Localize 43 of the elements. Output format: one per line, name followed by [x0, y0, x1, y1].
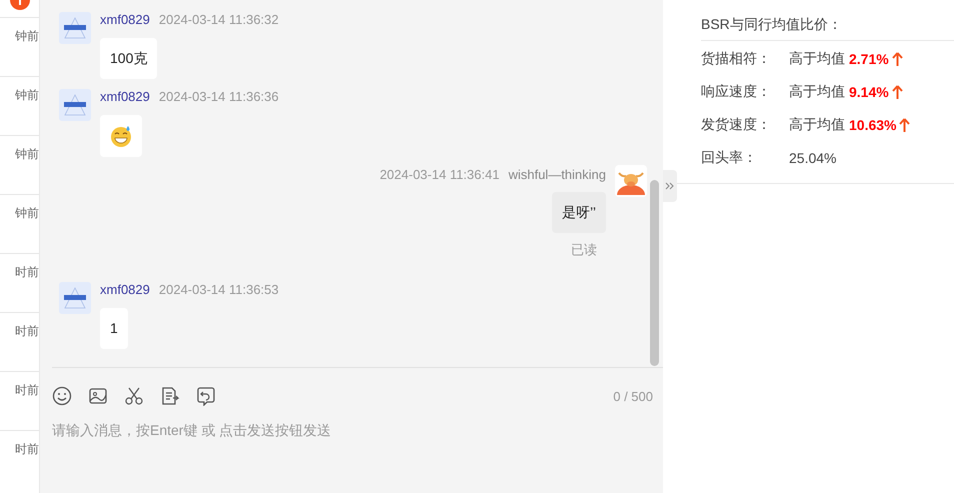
section-title: BSR与同行均值比价：	[701, 16, 954, 41]
grinning-sweat-emoji-icon	[109, 124, 133, 148]
message-bubble: 1	[100, 308, 128, 349]
message-time: 2024-03-14 11:36:53	[158, 282, 279, 298]
time-label: 时前	[15, 264, 39, 281]
time-label: 时前	[15, 382, 39, 399]
time-label: 钟前	[15, 146, 39, 163]
metric-label: 发货速度：	[701, 116, 772, 134]
sender-name: xmf0829	[100, 89, 150, 105]
metric-label: 回头率：	[701, 148, 758, 166]
metric-value: 高于均值	[789, 50, 845, 68]
time-label: 钟前	[15, 87, 39, 104]
image-icon[interactable]	[88, 386, 108, 406]
message-bubble: 是呀’’	[552, 192, 606, 233]
metric-value: 高于均值	[789, 116, 845, 134]
metric-label: 货描相符：	[701, 50, 772, 68]
message-input[interactable]: 请输入消息，按Enter键 或 点击发送按钮发送	[52, 408, 663, 493]
message-time: 2024-03-14 11:36:32	[158, 12, 279, 28]
sender-name: xmf0829	[100, 282, 150, 298]
metric-percent: 9.14%	[849, 84, 889, 100]
smiley-icon[interactable]	[52, 386, 72, 406]
time-label: 时前	[15, 441, 39, 458]
metric-value: 高于均值	[789, 82, 845, 100]
sender-name: wishful—thinking	[508, 167, 606, 183]
metric-label: 响应速度：	[701, 82, 772, 100]
document-icon[interactable]	[160, 386, 180, 406]
message-time: 2024-03-14 11:36:36	[158, 89, 279, 105]
read-status: 已读	[571, 241, 597, 259]
scissors-icon[interactable]	[124, 386, 144, 406]
double-chevron-icon	[665, 181, 675, 191]
metric-value: 25.04%	[789, 150, 836, 166]
message-bubble: 100克	[100, 38, 158, 79]
metric-percent: 2.71%	[849, 50, 889, 66]
character-counter: 0 / 500	[613, 388, 653, 404]
undo-icon[interactable]	[196, 386, 216, 406]
message-time: 2024-03-14 11:36:41	[380, 167, 500, 183]
collapse-button[interactable]	[663, 170, 677, 202]
sender-name: xmf0829	[100, 12, 150, 28]
time-label: 钟前	[15, 205, 39, 222]
metric-percent: 10.63%	[849, 116, 896, 132]
time-label: 钟前	[15, 28, 39, 45]
time-label: 时前	[15, 323, 39, 340]
scrollbar[interactable]	[650, 180, 659, 366]
